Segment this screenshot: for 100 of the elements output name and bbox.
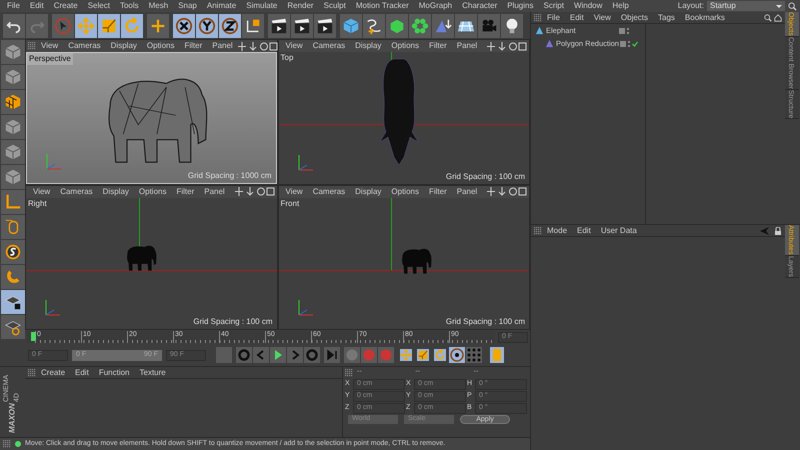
tool-button[interactable]	[0, 240, 24, 264]
menu-item[interactable]: Select	[82, 0, 115, 12]
menu-item[interactable]: Edit	[564, 12, 589, 24]
menu-item[interactable]: View	[28, 186, 56, 198]
tool-button[interactable]	[363, 14, 385, 38]
menu-item[interactable]: Display	[98, 186, 134, 198]
menu-item[interactable]: Script	[538, 0, 569, 12]
skip-end-icon[interactable]	[324, 347, 340, 363]
check-icon[interactable]	[632, 40, 638, 46]
menu-item[interactable]: Simulate	[241, 0, 282, 12]
menu-item[interactable]: Panel	[199, 186, 230, 198]
menu-item[interactable]: Options	[134, 186, 172, 198]
loop-icon[interactable]	[304, 347, 320, 363]
menu-item[interactable]: Panel	[452, 186, 482, 198]
menu-item[interactable]: Mesh	[144, 0, 174, 12]
range-slider-fill[interactable]	[72, 350, 162, 360]
viewport-canvas[interactable]: Perspective Grid Spacing : 1000 cm	[26, 52, 276, 184]
tool-button[interactable]	[432, 14, 454, 38]
menu-item[interactable]: Display	[350, 186, 386, 198]
menu-item[interactable]: Filter	[171, 186, 200, 198]
search-icon[interactable]	[788, 2, 797, 10]
viewport-canvas[interactable]: Right Grid Spacing : 100 cm	[26, 198, 276, 329]
menu-item[interactable]: Filter	[424, 40, 452, 52]
view-navigation-icon[interactable]	[487, 42, 527, 50]
menu-item[interactable]: View	[280, 40, 308, 52]
grip-icon[interactable]	[3, 440, 11, 448]
viewport-canvas[interactable]: Top Grid Spacing : 100 cm	[278, 52, 529, 184]
tool-button[interactable]	[242, 14, 264, 38]
menu-item[interactable]: Tools	[114, 0, 144, 12]
menu-item[interactable]: Plugins	[502, 0, 538, 12]
layout-dropdown[interactable]: Startup	[707, 1, 785, 11]
menu-item[interactable]: Cameras	[63, 40, 106, 52]
menu-item[interactable]: Cameras	[55, 186, 98, 198]
menu-item[interactable]: View	[588, 12, 616, 24]
view-navigation-icon[interactable]	[238, 42, 278, 50]
loop-icon[interactable]	[236, 347, 252, 363]
menu-item[interactable]: Mode	[542, 224, 572, 236]
view-navigation-icon[interactable]	[234, 187, 274, 196]
menu-item[interactable]: Options	[142, 40, 180, 52]
menu-item[interactable]: Sculpt	[318, 0, 351, 12]
tool-button[interactable]	[173, 14, 195, 38]
menu-item[interactable]: Cameras	[308, 186, 350, 198]
tool-button[interactable]	[268, 14, 290, 38]
param-key-icon[interactable]	[449, 347, 465, 363]
menu-item[interactable]: Display	[106, 40, 142, 52]
menu-item[interactable]: Cameras	[308, 40, 350, 52]
menu-item[interactable]: Texture	[134, 366, 171, 378]
step-back-icon[interactable]	[253, 347, 269, 363]
menu-item[interactable]: Animate	[202, 0, 242, 12]
grip-icon[interactable]	[28, 42, 36, 50]
menu-item[interactable]: File	[2, 0, 25, 12]
visibility-toggle[interactable]	[619, 28, 626, 34]
menu-item[interactable]: Filter	[424, 186, 452, 198]
menu-item[interactable]: Panel	[452, 40, 482, 52]
home-icon[interactable]	[774, 14, 782, 22]
menu-item[interactable]: Snap	[173, 0, 202, 12]
menu-item[interactable]: Edit	[572, 224, 596, 236]
tool-button[interactable]	[0, 290, 24, 314]
menu-item[interactable]: View	[36, 40, 64, 52]
menu-item[interactable]: File	[542, 12, 565, 24]
grip-icon[interactable]	[28, 368, 36, 376]
menu-item[interactable]: Render	[282, 0, 319, 12]
menu-item[interactable]: Function	[94, 366, 134, 378]
menu-item[interactable]: Create	[36, 366, 70, 378]
menu-item[interactable]: Character	[457, 0, 502, 12]
menu-item[interactable]: Motion Tracker	[350, 0, 414, 12]
menu-item[interactable]: Panel	[207, 40, 238, 52]
tool-button[interactable]	[0, 90, 24, 114]
grip-icon[interactable]	[534, 226, 542, 234]
menu-item[interactable]: MoGraph	[414, 0, 458, 12]
grip-icon[interactable]	[534, 14, 542, 22]
menu-item[interactable]: Filter	[179, 40, 208, 52]
menu-item[interactable]: Bookmarks	[680, 12, 730, 24]
visibility-toggle[interactable]	[620, 40, 626, 46]
dots-icon[interactable]	[627, 28, 630, 34]
menu-item[interactable]: Tags	[653, 12, 680, 24]
menu-item[interactable]: Options	[386, 40, 424, 52]
tool-button[interactable]	[291, 14, 313, 38]
tool-button[interactable]	[314, 14, 336, 38]
view-navigation-icon[interactable]	[487, 187, 527, 196]
tool-button[interactable]	[455, 14, 477, 38]
menu-item[interactable]: View	[280, 186, 308, 198]
tool-button[interactable]	[501, 14, 523, 38]
step-forward-icon[interactable]	[287, 347, 303, 363]
tool-button[interactable]	[196, 14, 218, 38]
play-icon[interactable]	[270, 347, 286, 363]
menu-item[interactable]: Display	[350, 40, 386, 52]
menu-item[interactable]: Window	[568, 0, 608, 12]
menu-item[interactable]: Edit	[70, 366, 94, 378]
menu-item[interactable]: Objects	[616, 12, 654, 24]
tool-button[interactable]	[3, 14, 25, 38]
menu-item[interactable]: Options	[386, 186, 424, 198]
search-icon[interactable]	[764, 14, 772, 22]
grip-icon[interactable]	[345, 368, 353, 376]
lock-icon[interactable]	[774, 226, 782, 234]
viewport-canvas[interactable]: Front Grid Spacing : 100 cm	[278, 198, 529, 329]
menu-item[interactable]: Help	[607, 0, 634, 12]
menu-item[interactable]: User Data	[596, 224, 642, 236]
menu-item[interactable]: Create	[48, 0, 83, 12]
tool-button[interactable]	[219, 14, 241, 38]
